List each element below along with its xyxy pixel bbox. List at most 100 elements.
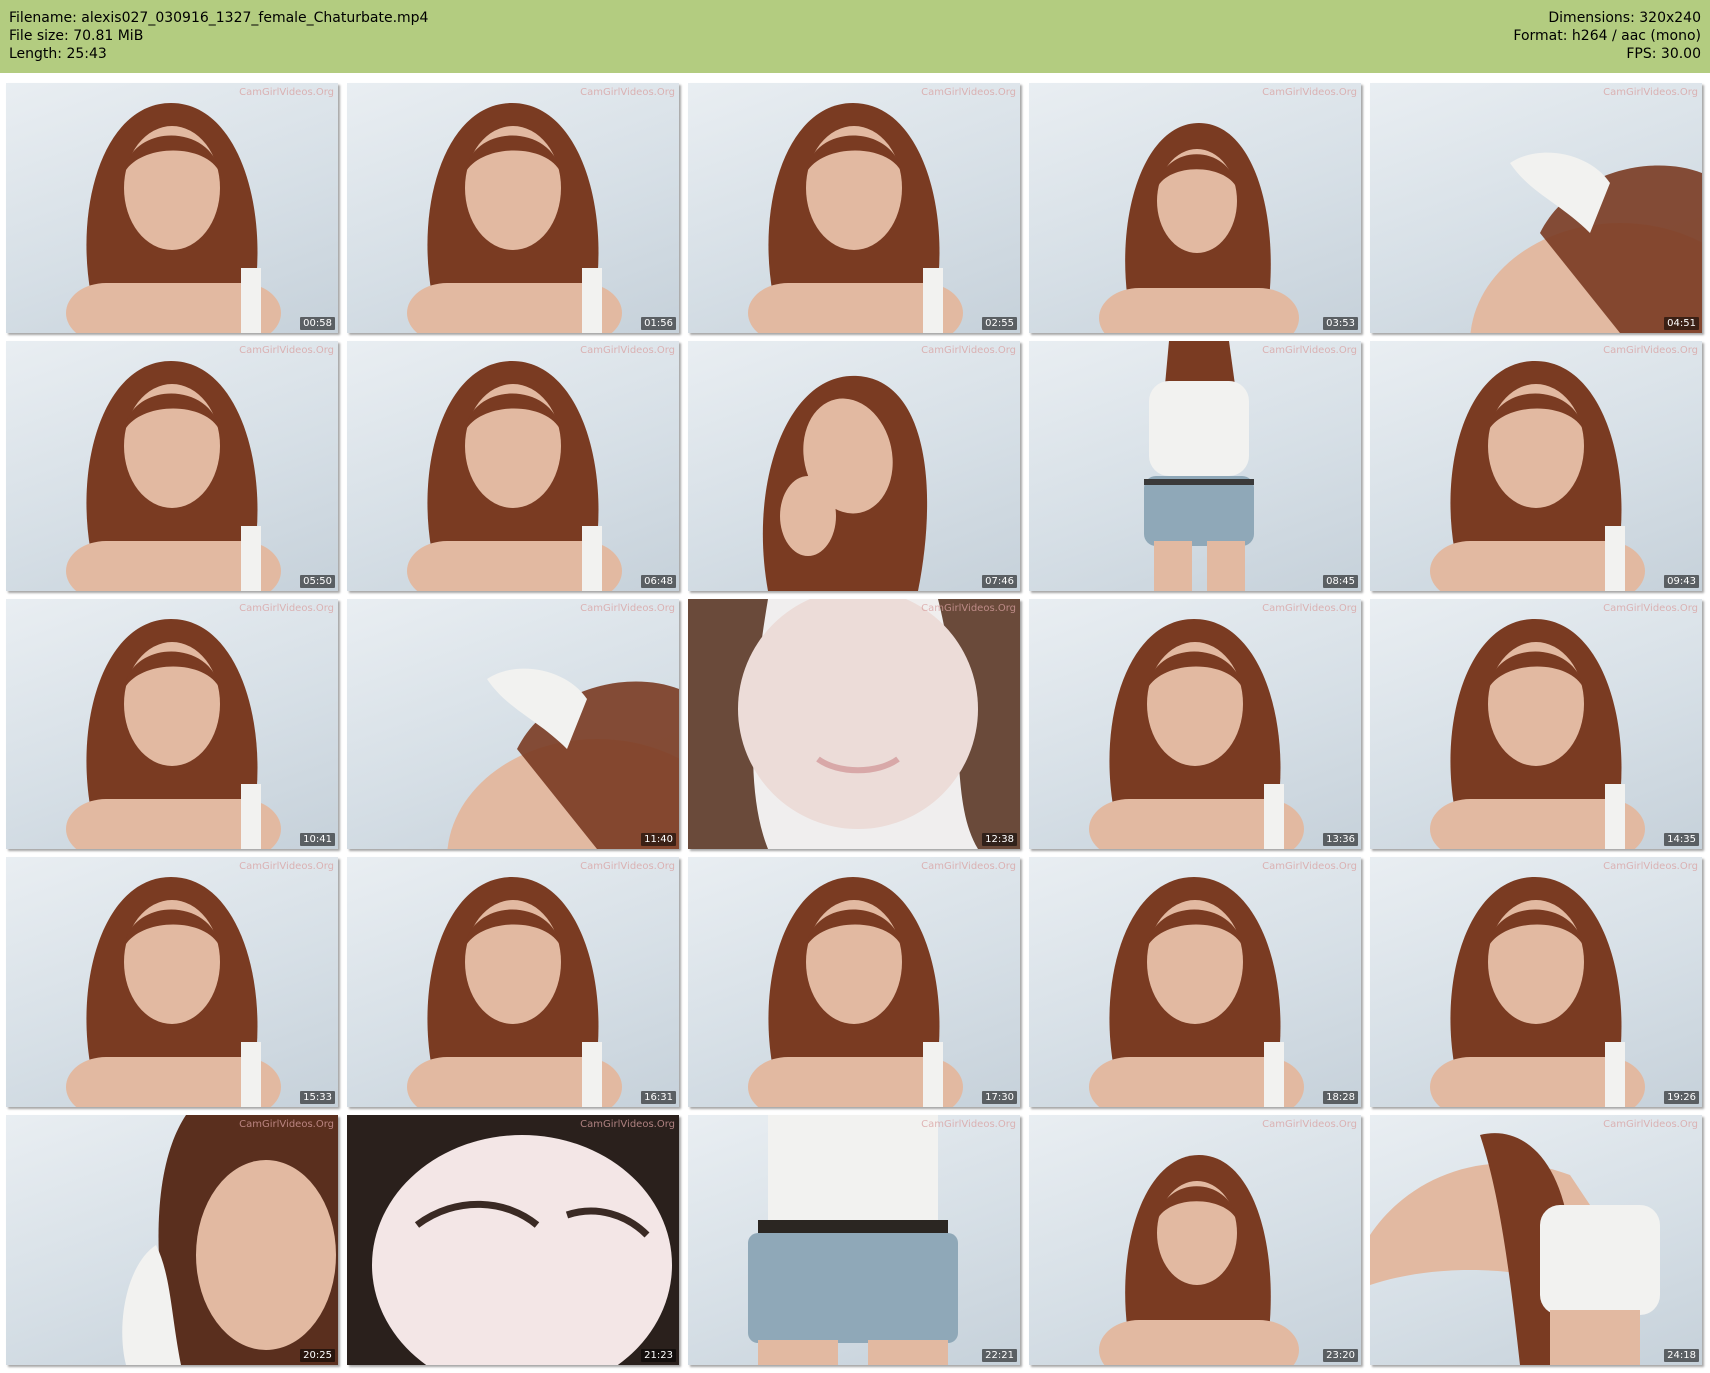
watermark-text: CamGirlVideos.Org xyxy=(1262,87,1357,98)
timestamp-label: 08:45 xyxy=(1323,575,1358,588)
thumbnail-image xyxy=(66,103,281,333)
thumbnail-image xyxy=(688,599,1020,849)
timestamp-label: 06:48 xyxy=(641,575,676,588)
thumbnail: CamGirlVideos.Org 24:18 xyxy=(1370,1115,1702,1365)
watermark-text: CamGirlVideos.Org xyxy=(580,1119,675,1130)
thumbnail-image xyxy=(447,668,679,849)
timestamp-label: 00:58 xyxy=(300,317,335,330)
thumbnail-image xyxy=(1430,877,1645,1107)
thumbnail: CamGirlVideos.Org 10:41 xyxy=(6,599,338,849)
thumbnail-image xyxy=(407,361,622,591)
thumbnail-grid: CamGirlVideos.Org 00:58 CamGirlVideos.Org… xyxy=(6,83,1706,1369)
watermark-text: CamGirlVideos.Org xyxy=(1603,861,1698,872)
thumbnail-image xyxy=(1470,152,1702,333)
timestamp-label: 02:55 xyxy=(982,317,1017,330)
thumbnail-image xyxy=(748,103,963,333)
dimensions-label: Dimensions: 320x240 xyxy=(1548,10,1701,26)
thumbnail: CamGirlVideos.Org 03:53 xyxy=(1029,83,1361,333)
timestamp-label: 04:51 xyxy=(1664,317,1699,330)
watermark-text: CamGirlVideos.Org xyxy=(239,87,334,98)
timestamp-label: 12:38 xyxy=(982,833,1017,846)
timestamp-label: 05:50 xyxy=(300,575,335,588)
thumbnail: CamGirlVideos.Org 21:23 xyxy=(347,1115,679,1365)
length-label: Length: 25:43 xyxy=(9,46,107,62)
thumbnail: CamGirlVideos.Org 07:46 xyxy=(688,341,1020,591)
thumbnail: CamGirlVideos.Org 06:48 xyxy=(347,341,679,591)
timestamp-label: 09:43 xyxy=(1664,575,1699,588)
timestamp-label: 07:46 xyxy=(982,575,1017,588)
timestamp-label: 18:28 xyxy=(1323,1091,1358,1104)
timestamp-label: 19:26 xyxy=(1664,1091,1699,1104)
format-label: Format: h264 / aac (mono) xyxy=(1513,28,1701,44)
watermark-text: CamGirlVideos.Org xyxy=(1603,87,1698,98)
thumbnail-image xyxy=(1099,123,1299,333)
thumbnail: CamGirlVideos.Org 22:21 xyxy=(688,1115,1020,1365)
thumbnail: CamGirlVideos.Org 23:20 xyxy=(1029,1115,1361,1365)
timestamp-label: 20:25 xyxy=(300,1349,335,1362)
thumbnail: CamGirlVideos.Org 12:38 xyxy=(688,599,1020,849)
thumbnail: CamGirlVideos.Org 09:43 xyxy=(1370,341,1702,591)
timestamp-label: 10:41 xyxy=(300,833,335,846)
timestamp-label: 17:30 xyxy=(982,1091,1017,1104)
timestamp-label: 16:31 xyxy=(641,1091,676,1104)
info-header: Filename: alexis027_030916_1327_female_C… xyxy=(0,0,1710,73)
timestamp-label: 13:36 xyxy=(1323,833,1358,846)
watermark-text: CamGirlVideos.Org xyxy=(580,603,675,614)
thumbnail-image xyxy=(1089,877,1304,1107)
watermark-text: CamGirlVideos.Org xyxy=(239,861,334,872)
thumbnail: CamGirlVideos.Org 20:25 xyxy=(6,1115,338,1365)
thumbnail: CamGirlVideos.Org 14:35 xyxy=(1370,599,1702,849)
thumbnail-image xyxy=(1089,619,1304,849)
filesize-label: File size: 70.81 MiB xyxy=(9,28,144,44)
thumbnail-image xyxy=(1144,341,1254,591)
watermark-text: CamGirlVideos.Org xyxy=(921,603,1016,614)
watermark-text: CamGirlVideos.Org xyxy=(1262,861,1357,872)
watermark-text: CamGirlVideos.Org xyxy=(921,87,1016,98)
thumbnail: CamGirlVideos.Org 18:28 xyxy=(1029,857,1361,1107)
thumbnail-image xyxy=(347,1115,679,1365)
info-left: Filename: alexis027_030916_1327_female_C… xyxy=(9,9,428,63)
timestamp-label: 22:21 xyxy=(982,1349,1017,1362)
thumbnail-image xyxy=(66,877,281,1107)
watermark-text: CamGirlVideos.Org xyxy=(580,87,675,98)
thumbnail-image xyxy=(66,361,281,591)
thumbnail-image xyxy=(407,103,622,333)
watermark-text: CamGirlVideos.Org xyxy=(1262,1119,1357,1130)
thumbnail-image xyxy=(122,1115,338,1365)
thumbnail: CamGirlVideos.Org 15:33 xyxy=(6,857,338,1107)
thumbnail-image xyxy=(762,375,928,591)
watermark-text: CamGirlVideos.Org xyxy=(1603,1119,1698,1130)
thumbnail: CamGirlVideos.Org 13:36 xyxy=(1029,599,1361,849)
thumbnail-image xyxy=(748,877,963,1107)
timestamp-label: 01:56 xyxy=(641,317,676,330)
timestamp-label: 21:23 xyxy=(641,1349,676,1362)
thumbnail: CamGirlVideos.Org 11:40 xyxy=(347,599,679,849)
watermark-text: CamGirlVideos.Org xyxy=(239,345,334,356)
thumbnail: CamGirlVideos.Org 16:31 xyxy=(347,857,679,1107)
thumbnail: CamGirlVideos.Org 17:30 xyxy=(688,857,1020,1107)
timestamp-label: 15:33 xyxy=(300,1091,335,1104)
thumbnail: CamGirlVideos.Org 08:45 xyxy=(1029,341,1361,591)
thumbnail-image xyxy=(1430,619,1645,849)
thumbnail-image xyxy=(1099,1155,1299,1365)
thumbnail: CamGirlVideos.Org 05:50 xyxy=(6,341,338,591)
watermark-text: CamGirlVideos.Org xyxy=(921,1119,1016,1130)
timestamp-label: 23:20 xyxy=(1323,1349,1358,1362)
timestamp-label: 24:18 xyxy=(1664,1349,1699,1362)
thumbnail-image xyxy=(66,619,281,849)
thumbnail-image xyxy=(1430,361,1645,591)
thumbnail: CamGirlVideos.Org 01:56 xyxy=(347,83,679,333)
watermark-text: CamGirlVideos.Org xyxy=(1262,603,1357,614)
watermark-text: CamGirlVideos.Org xyxy=(580,345,675,356)
thumbnail: CamGirlVideos.Org 04:51 xyxy=(1370,83,1702,333)
thumbnail: CamGirlVideos.Org 19:26 xyxy=(1370,857,1702,1107)
timestamp-label: 03:53 xyxy=(1323,317,1358,330)
watermark-text: CamGirlVideos.Org xyxy=(580,861,675,872)
thumbnail: CamGirlVideos.Org 02:55 xyxy=(688,83,1020,333)
thumbnail-image xyxy=(1370,1133,1660,1365)
watermark-text: CamGirlVideos.Org xyxy=(1603,345,1698,356)
timestamp-label: 11:40 xyxy=(641,833,676,846)
info-right: Dimensions: 320x240 Format: h264 / aac (… xyxy=(1513,9,1701,63)
watermark-text: CamGirlVideos.Org xyxy=(921,345,1016,356)
thumbnail-image xyxy=(407,877,622,1107)
